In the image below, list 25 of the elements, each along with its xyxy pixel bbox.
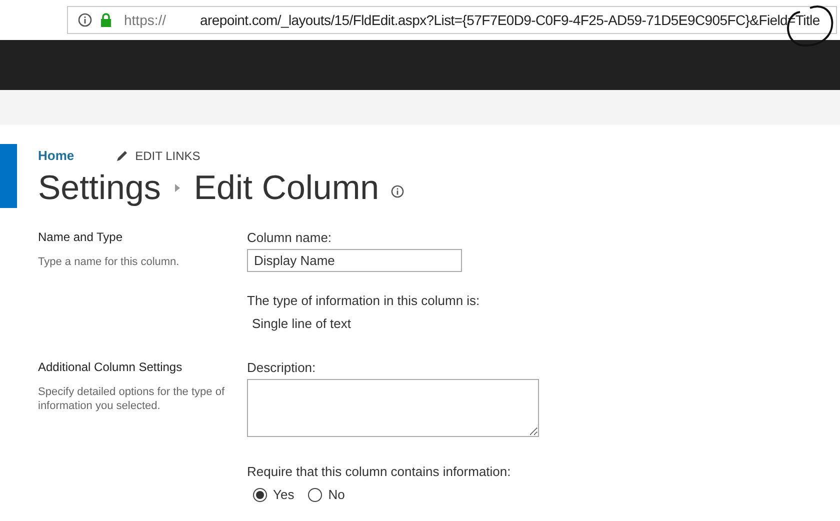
field-label: Column name: bbox=[247, 229, 333, 247]
field-label: Require that this column contains information: bbox=[247, 463, 512, 481]
lock-icon bbox=[100, 13, 112, 27]
info-icon[interactable] bbox=[78, 13, 92, 27]
page-title: Settings bbox=[38, 171, 161, 205]
section-title: Additional Column Settings bbox=[38, 359, 184, 375]
radio-button[interactable] bbox=[308, 488, 322, 502]
field-label: Description: bbox=[247, 359, 317, 377]
section-description: Specify detailed options for the type of information you selected. bbox=[38, 385, 226, 413]
page-title: Edit Column bbox=[194, 171, 380, 205]
radio-button[interactable] bbox=[253, 488, 267, 502]
column-name-input[interactable]: Display Name bbox=[247, 249, 462, 272]
section-description: Type a name for this column. bbox=[38, 255, 180, 269]
home-link[interactable]: Home bbox=[38, 146, 74, 166]
accent-bar bbox=[0, 144, 17, 208]
section-title: Name and Type bbox=[38, 229, 124, 245]
url-scheme: https:// bbox=[124, 10, 166, 30]
radio-option[interactable]: No bbox=[308, 485, 345, 504]
edit-links-button[interactable]: EDIT LINKS bbox=[116, 147, 200, 165]
field-label: The type of information in this column is: bbox=[247, 292, 480, 310]
chevron-icon bbox=[174, 184, 180, 192]
pencil-icon bbox=[116, 150, 128, 162]
column-type-text: Single line of text bbox=[252, 315, 352, 333]
radio-option[interactable]: Yes bbox=[253, 485, 294, 504]
info-icon[interactable] bbox=[391, 184, 404, 198]
